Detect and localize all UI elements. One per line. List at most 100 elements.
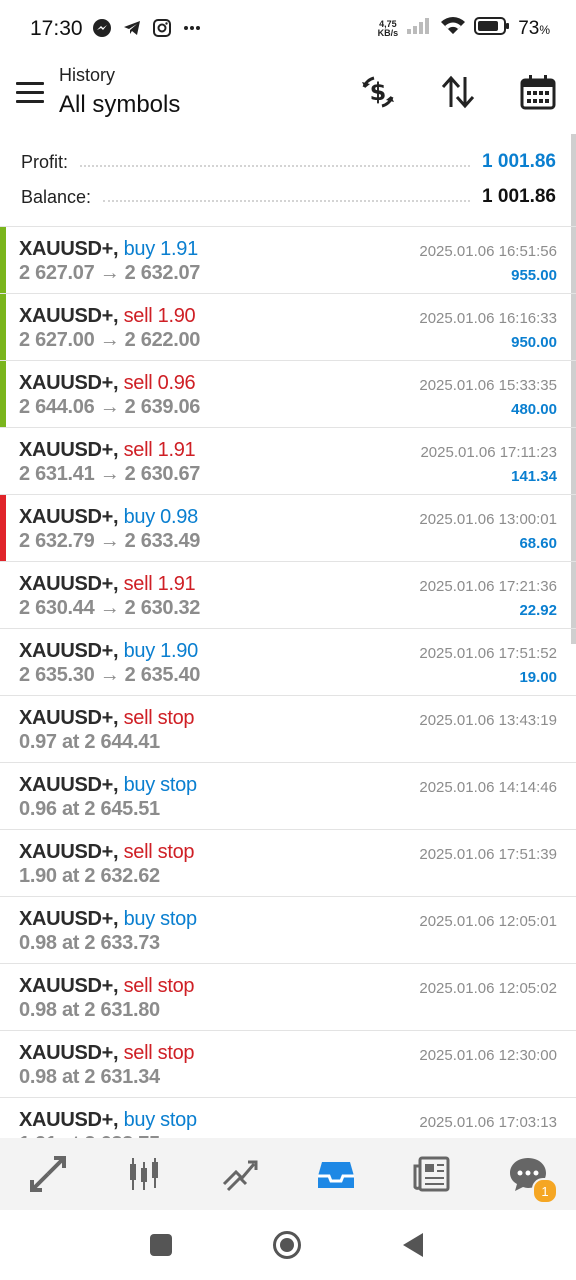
back-button[interactable]	[398, 1230, 428, 1260]
recents-button[interactable]	[146, 1230, 176, 1260]
telegram-icon	[122, 18, 142, 43]
row-status-strip	[0, 227, 6, 293]
row-type: sell stop	[123, 975, 195, 997]
row-status-strip	[0, 495, 6, 561]
row-prices: 2 627.07 → 2 632.07	[19, 262, 201, 284]
row-time: 2025.01.06 17:21:36	[419, 578, 557, 595]
row-time: 2025.01.06 15:33:35	[419, 377, 557, 394]
row-symbol: XAUUSD+,	[19, 238, 119, 260]
history-row[interactable]: XAUUSD+, buy stop 0.96 at 2 645.51 2025.…	[0, 763, 576, 830]
row-symbol: XAUUSD+,	[19, 305, 119, 327]
row-type: sell 1.91	[123, 439, 196, 461]
row-time: 2025.01.06 13:00:01	[419, 511, 557, 528]
row-title: XAUUSD+, sell 1.90	[19, 305, 196, 328]
row-prices: 2 630.44 → 2 630.32	[19, 597, 201, 619]
history-icon[interactable]	[308, 1146, 364, 1202]
notification-icons	[92, 18, 202, 43]
account-summary: Profit: 1 001.86 Balance: 1 001.86	[0, 134, 576, 226]
row-status-strip	[0, 696, 6, 762]
wifi-icon	[440, 16, 466, 41]
row-symbol: XAUUSD+,	[19, 506, 119, 528]
row-symbol: XAUUSD+,	[19, 372, 119, 394]
row-type: buy 0.98	[123, 506, 199, 528]
row-prices: 1.90 at 2 632.62	[19, 865, 160, 887]
row-profit: 955.00	[511, 267, 557, 284]
history-row[interactable]: XAUUSD+, sell 0.96 2 644.06 → 2 639.06 2…	[0, 361, 576, 428]
sort-icon[interactable]	[438, 72, 478, 112]
row-status-strip	[0, 1031, 6, 1097]
deposit-withdraw-icon[interactable]: $	[358, 72, 398, 112]
row-type: sell stop	[123, 841, 195, 863]
bottom-nav: 1	[0, 1138, 576, 1210]
row-status-strip	[0, 361, 6, 427]
row-type: buy 1.90	[123, 640, 199, 662]
calendar-icon[interactable]	[518, 72, 558, 112]
history-row[interactable]: XAUUSD+, buy stop 0.98 at 2 633.73 2025.…	[0, 897, 576, 964]
profit-label: Profit:	[21, 151, 69, 172]
row-symbol: XAUUSD+,	[19, 908, 119, 930]
home-button[interactable]	[272, 1230, 302, 1260]
row-symbol: XAUUSD+,	[19, 1109, 119, 1131]
history-row[interactable]: XAUUSD+, sell 1.90 2 627.00 → 2 622.00 2…	[0, 294, 576, 361]
trade-icon[interactable]	[212, 1146, 268, 1202]
row-time: 2025.01.06 13:43:19	[419, 712, 557, 729]
row-profit: 141.34	[511, 468, 557, 485]
row-prices: 0.98 at 2 633.73	[19, 932, 160, 954]
row-prices: 0.98 at 2 631.34	[19, 1066, 160, 1088]
row-prices: 2 644.06 → 2 639.06	[19, 396, 201, 418]
row-profit: 480.00	[511, 401, 557, 418]
menu-icon[interactable]	[16, 82, 44, 104]
balance-row: Balance: 1 001.86	[21, 183, 556, 211]
history-row[interactable]: XAUUSD+, buy 1.91 2 627.07 → 2 632.07 20…	[0, 227, 576, 294]
history-row[interactable]: XAUUSD+, sell stop 0.98 at 2 631.34 2025…	[0, 1031, 576, 1098]
messages-badge: 1	[532, 1178, 558, 1204]
history-row[interactable]: XAUUSD+, sell 1.91 2 630.44 → 2 630.32 2…	[0, 562, 576, 629]
row-title: XAUUSD+, buy stop	[19, 908, 197, 931]
row-type: sell stop	[123, 1042, 195, 1064]
row-type: buy stop	[123, 908, 198, 930]
history-row[interactable]: XAUUSD+, sell stop 1.90 at 2 632.62 2025…	[0, 830, 576, 897]
network-speed: 4,75 KB/s	[378, 19, 399, 38]
history-row[interactable]: XAUUSD+, buy 1.90 2 635.30 → 2 635.40 20…	[0, 629, 576, 696]
history-row[interactable]: XAUUSD+, sell stop 0.98 at 2 631.80 2025…	[0, 964, 576, 1031]
row-profit: 22.92	[519, 602, 557, 619]
history-row[interactable]: XAUUSD+, buy stop 1.91 at 2 633.75 2025.…	[0, 1098, 576, 1139]
app-header: History All symbols $	[0, 58, 576, 134]
row-time: 2025.01.06 17:11:23	[420, 444, 557, 461]
row-time: 2025.01.06 17:03:13	[419, 1114, 557, 1131]
row-symbol: XAUUSD+,	[19, 573, 119, 595]
row-title: XAUUSD+, buy stop	[19, 1109, 197, 1132]
row-symbol: XAUUSD+,	[19, 975, 119, 997]
row-time: 2025.01.06 14:14:46	[419, 779, 557, 796]
page-title[interactable]: All symbols	[59, 91, 180, 119]
battery-percent-value: 73	[518, 17, 540, 39]
history-row[interactable]: XAUUSD+, sell 1.91 2 631.41 → 2 630.67 2…	[0, 428, 576, 495]
dotted-leader	[103, 200, 471, 202]
header-subtitle: History	[59, 65, 116, 85]
row-type: sell 1.91	[123, 573, 196, 595]
row-title: XAUUSD+, sell stop	[19, 841, 195, 864]
chart-icon[interactable]	[116, 1146, 172, 1202]
news-icon[interactable]	[404, 1146, 460, 1202]
row-title: XAUUSD+, sell 0.96	[19, 372, 196, 395]
row-status-strip	[0, 629, 6, 695]
row-profit: 950.00	[511, 334, 557, 351]
row-time: 2025.01.06 16:16:33	[419, 310, 557, 327]
history-row[interactable]: XAUUSD+, buy 0.98 2 632.79 → 2 633.49 20…	[0, 495, 576, 562]
row-status-strip	[0, 294, 6, 360]
row-profit: 68.60	[519, 535, 557, 552]
quotes-icon[interactable]	[20, 1146, 76, 1202]
instagram-icon	[152, 18, 172, 43]
row-symbol: XAUUSD+,	[19, 707, 119, 729]
row-status-strip	[0, 562, 6, 628]
history-list[interactable]: XAUUSD+, buy 1.91 2 627.07 → 2 632.07 20…	[0, 226, 576, 1139]
row-symbol: XAUUSD+,	[19, 439, 119, 461]
messages-icon[interactable]: 1	[500, 1146, 558, 1204]
row-status-strip	[0, 897, 6, 963]
row-type: sell stop	[123, 707, 195, 729]
row-time: 2025.01.06 17:51:52	[419, 645, 557, 662]
history-row[interactable]: XAUUSD+, sell stop 0.97 at 2 644.41 2025…	[0, 696, 576, 763]
header-actions: $	[358, 72, 558, 112]
row-title: XAUUSD+, buy 1.91	[19, 238, 198, 261]
row-type: sell 0.96	[123, 372, 196, 394]
